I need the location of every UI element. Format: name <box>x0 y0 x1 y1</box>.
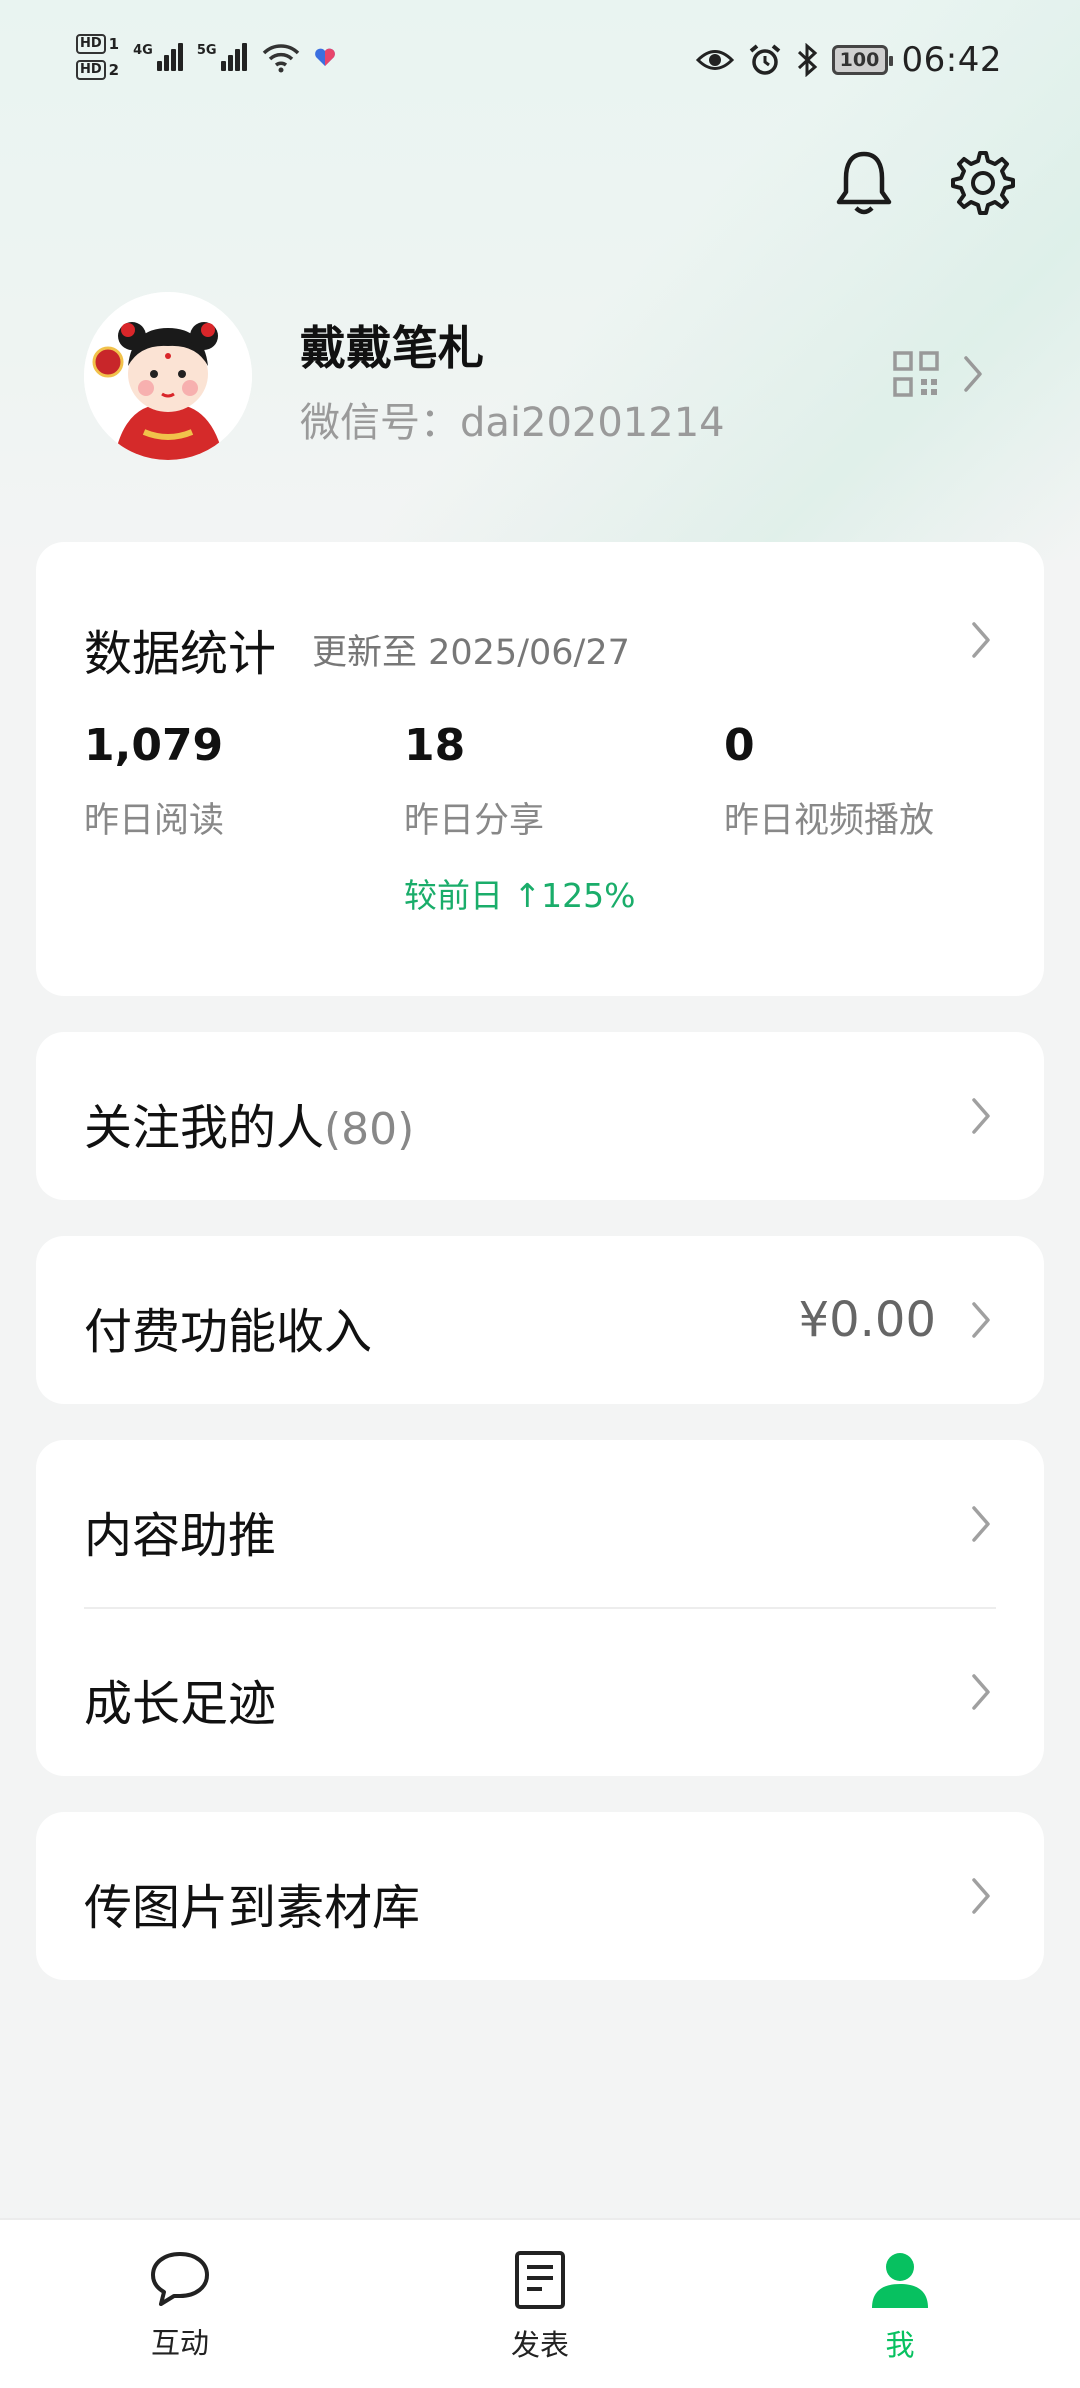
alarm-icon <box>749 44 780 75</box>
tab-label: 我 <box>885 2328 915 2362</box>
paid-income-value: ¥0.00 <box>798 1292 936 1348</box>
clock: 06:42 <box>901 40 1002 80</box>
stat-value: 0 <box>724 720 755 771</box>
stat-label: 昨日分享 <box>404 801 545 841</box>
wechat-id: 微信号：dai20201214 <box>300 400 725 446</box>
chat-bubble-icon <box>151 2252 209 2306</box>
tab-label: 互动 <box>150 2326 209 2360</box>
chevron-right-icon <box>972 1506 990 1542</box>
qr-code-button[interactable] <box>892 348 996 400</box>
document-icon <box>515 2251 565 2309</box>
chevron-right-icon <box>972 1098 990 1134</box>
signal-4g-icon: 4G <box>133 43 183 71</box>
tab-label: 发表 <box>510 2328 569 2362</box>
heart-app-icon <box>314 48 335 66</box>
stat-label: 昨日视频播放 <box>724 801 935 841</box>
settings-button[interactable] <box>948 148 1018 218</box>
stat-delta: 较前日 ↑125% <box>404 876 636 915</box>
paid-income-label: 付费功能收入 <box>84 1304 373 1360</box>
hd-indicators: HD 1 HD 2 <box>76 34 119 80</box>
tab-interaction[interactable]: 互动 <box>100 2250 260 2362</box>
content-promo-row[interactable]: 内容助推 <box>36 1440 1044 1608</box>
chevron-right-icon <box>972 1302 990 1338</box>
hd1-indicator: HD 1 <box>76 34 119 54</box>
qr-code-icon <box>893 351 939 397</box>
followers-row[interactable]: 关注我的人(80) <box>36 1032 1044 1200</box>
followers-count: (80) <box>324 1104 415 1155</box>
battery-indicator: 100 <box>831 45 893 75</box>
chevron-right-icon <box>964 356 982 392</box>
avatar-image <box>84 292 252 460</box>
tab-publish[interactable]: 发表 <box>460 2250 620 2364</box>
status-bar: HD 1 HD 2 4G 5G 100 06:42 <box>0 0 1080 130</box>
person-icon <box>872 2253 928 2308</box>
stat-value: 18 <box>404 720 466 771</box>
bell-icon <box>836 151 892 215</box>
stats-card[interactable]: 数据统计 更新至 2025/06/27 1,079 昨日阅读 18 昨日分享 较… <box>36 542 1044 996</box>
tools-card: 内容助推 成长足迹 <box>36 1440 1044 1776</box>
profile-name: 戴戴笔札 <box>300 321 484 375</box>
gear-icon <box>951 151 1015 215</box>
status-left: HD 1 HD 2 4G 5G <box>76 34 337 80</box>
stat-value: 1,079 <box>84 720 224 771</box>
signal-5g-icon: 5G <box>197 43 247 71</box>
hd2-indicator: HD 2 <box>76 60 119 80</box>
notification-button[interactable] <box>832 148 896 218</box>
tab-me[interactable]: 我 <box>820 2250 980 2364</box>
paid-income-row[interactable]: 付费功能收入 ¥0.00 <box>36 1236 1044 1404</box>
chevron-right-icon <box>972 1878 990 1914</box>
content-promo-label: 内容助推 <box>84 1508 277 1564</box>
followers-label: 关注我的人(80) <box>84 1100 415 1156</box>
stat-shares: 18 昨日分享 较前日 ↑125% <box>404 720 635 917</box>
growth-row[interactable]: 成长足迹 <box>36 1608 1044 1776</box>
bluetooth-icon <box>797 43 817 77</box>
stat-reads: 1,079 昨日阅读 <box>84 720 224 843</box>
avatar[interactable] <box>84 292 252 460</box>
stat-label: 昨日阅读 <box>84 801 225 841</box>
eye-icon <box>695 50 734 70</box>
wifi-icon <box>262 44 299 73</box>
chevron-right-icon <box>972 622 990 658</box>
upload-images-row[interactable]: 传图片到素材库 <box>36 1812 1044 1980</box>
stat-video-plays: 0 昨日视频播放 <box>724 720 934 843</box>
growth-label: 成长足迹 <box>84 1676 277 1732</box>
chevron-right-icon <box>972 1674 990 1710</box>
status-right: 100 06:42 <box>695 40 1002 80</box>
upload-images-label: 传图片到素材库 <box>84 1880 421 1936</box>
tab-bar: 互动 发表 我 <box>0 2218 1080 2388</box>
stats-title: 数据统计 <box>84 626 277 682</box>
stats-updated-date: 更新至 2025/06/27 <box>312 633 630 673</box>
